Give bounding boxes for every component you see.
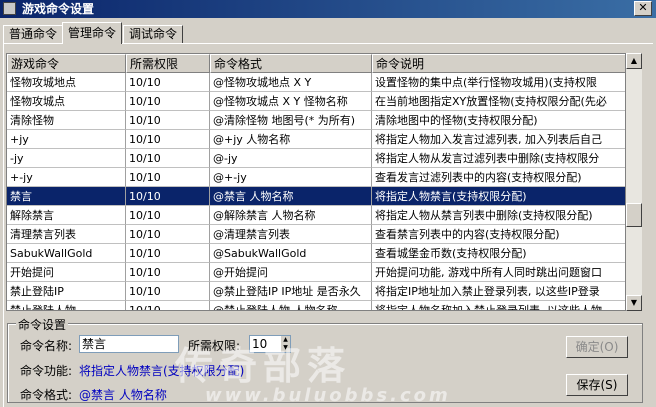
cell-description: 将指定人物禁言(支持权限分配)	[372, 187, 625, 206]
permission-label: 所需权限:	[188, 339, 241, 353]
col-header-format[interactable]: 命令格式	[210, 54, 372, 73]
cell-permission: 10/10	[126, 149, 210, 168]
table-row[interactable]: -jy 10/10 @-jy 将指定人物从发言过滤列表中删除(支持权限分	[7, 149, 625, 168]
cell-permission: 10/10	[126, 187, 210, 206]
confirm-button[interactable]: 确定(O)	[566, 336, 628, 358]
table-row[interactable]: 禁言 10/10 @禁言 人物名称 将指定人物禁言(支持权限分配)	[7, 187, 625, 206]
title-bar: 游戏命令设置 ✕	[0, 0, 656, 18]
cell-description: 将指定人物从禁言列表中删除(支持权限分配)	[372, 206, 625, 225]
cell-command: 禁言	[7, 187, 126, 206]
cell-format: @清除怪物 地图号(* 为所有)	[210, 111, 372, 130]
cell-description: 在当前地图指定XY放置怪物(支持权限分配(先必	[372, 92, 625, 111]
table-row[interactable]: +-jy 10/10 @+-jy 查看发言过滤列表中的内容(支持权限分配)	[7, 168, 625, 187]
cell-command: +jy	[7, 130, 126, 149]
cell-format: @+jy 人物名称	[210, 130, 372, 149]
command-name-input[interactable]: 禁言	[79, 335, 179, 353]
table-row[interactable]: SabukWallGold 10/10 @SabukWallGold 查看城堡金币数(…	[7, 244, 625, 263]
cell-format: @怪物攻城地点 X Y	[210, 73, 372, 92]
scroll-down-icon[interactable]: ▼	[626, 295, 642, 311]
cell-command: SabukWallGold	[7, 244, 126, 263]
tab-debug-commands[interactable]: 调试命令	[123, 25, 184, 43]
cell-permission: 10/10	[126, 111, 210, 130]
col-header-command[interactable]: 游戏命令	[7, 54, 126, 73]
app-icon	[3, 2, 16, 15]
col-header-permission[interactable]: 所需权限	[126, 54, 210, 73]
table-row[interactable]: 怪物攻城点 10/10 @怪物攻城点 X Y 怪物名称 在当前地图指定XY放置怪物(…	[7, 92, 625, 111]
cell-permission: 10/10	[126, 73, 210, 92]
cell-command: 怪物攻城地点	[7, 73, 126, 92]
cell-description: 设置怪物的集中点(举行怪物攻城用)(支持权限	[372, 73, 625, 92]
table-row[interactable]: +jy 10/10 @+jy 人物名称 将指定人物加入发言过滤列表, 加入列表后自己	[7, 130, 625, 149]
cell-command: 禁止登陆人物	[7, 301, 126, 310]
cell-description: 将指定人物名称加入禁止登录列表, 以这些人物	[372, 301, 625, 310]
cell-command: 怪物攻城点	[7, 92, 126, 111]
grid-header: 游戏命令 所需权限 命令格式 命令说明	[7, 54, 625, 73]
stepper-arrows-icon[interactable]: ▲ ▼	[281, 336, 290, 352]
cell-description: 开始提问功能, 游戏中所有人同时跳出问题窗口	[372, 263, 625, 282]
cell-permission: 10/10	[126, 92, 210, 111]
cell-command: 清理禁言列表	[7, 225, 126, 244]
cell-permission: 10/10	[126, 244, 210, 263]
cell-format: @-jy	[210, 149, 372, 168]
group-title: 命令设置	[16, 316, 69, 333]
cell-command: -jy	[7, 149, 126, 168]
scroll-up-icon[interactable]: ▲	[626, 53, 642, 69]
table-row[interactable]: 解除禁言 10/10 @解除禁言 人物名称 将指定人物从禁言列表中删除(支持权限分配)	[7, 206, 625, 225]
cell-permission: 10/10	[126, 263, 210, 282]
name-label: 命令名称:	[20, 339, 73, 353]
grid-scrollbar[interactable]: ▲ ▼	[626, 53, 642, 311]
cell-description: 查看城堡金币数(支持权限分配)	[372, 244, 625, 263]
cell-permission: 10/10	[126, 225, 210, 244]
format-label: 命令格式:	[20, 388, 73, 402]
cell-permission: 10/10	[126, 206, 210, 225]
tab-admin-commands[interactable]: 管理命令	[62, 22, 123, 44]
cell-permission: 10/10	[126, 168, 210, 187]
cell-permission: 10/10	[126, 282, 210, 301]
cell-description: 查看禁言列表中的内容(支持权限分配)	[372, 225, 625, 244]
function-value: 将指定人物禁言(支持权限分配)	[79, 364, 245, 378]
window-title: 游戏命令设置	[22, 2, 95, 16]
cell-format: @开始提问	[210, 263, 372, 282]
cell-command: 清除怪物	[7, 111, 126, 130]
cell-command: 解除禁言	[7, 206, 126, 225]
cell-description: 将指定人物加入发言过滤列表, 加入列表后自己	[372, 130, 625, 149]
cell-permission: 10/10	[126, 301, 210, 310]
table-row[interactable]: 禁止登陆IP 10/10 @禁止登陆IP IP地址 是否永久 将指定IP地址加入禁止登…	[7, 282, 625, 301]
cell-format: @怪物攻城点 X Y 怪物名称	[210, 92, 372, 111]
close-button[interactable]: ✕	[634, 1, 652, 16]
table-row[interactable]: 禁止登陆人物 10/10 @禁止登陆人物 人物名称 将指定人物名称加入禁止登录列表, …	[7, 301, 625, 310]
table-row[interactable]: 清除怪物 10/10 @清除怪物 地图号(* 为所有) 清除地图中的怪物(支持权限分配…	[7, 111, 625, 130]
cell-description: 查看发言过滤列表中的内容(支持权限分配)	[372, 168, 625, 187]
function-label: 命令功能:	[20, 364, 73, 378]
cell-command: 开始提问	[7, 263, 126, 282]
cell-format: @清理禁言列表	[210, 225, 372, 244]
save-button[interactable]: 保存(S)	[566, 374, 628, 396]
cell-description: 将指定人物从发言过滤列表中删除(支持权限分	[372, 149, 625, 168]
cell-format: @+-jy	[210, 168, 372, 187]
cell-format: @禁止登陆IP IP地址 是否永久	[210, 282, 372, 301]
col-header-description[interactable]: 命令说明	[372, 54, 625, 73]
format-value: @禁言 人物名称	[79, 388, 167, 402]
cell-format: @SabukWallGold	[210, 244, 372, 263]
cell-format: @禁言 人物名称	[210, 187, 372, 206]
scroll-thumb[interactable]	[626, 203, 642, 227]
tab-normal-commands[interactable]: 普通命令	[3, 25, 64, 43]
cell-description: 将指定IP地址加入禁止登录列表, 以这些IP登录	[372, 282, 625, 301]
table-row[interactable]: 怪物攻城地点 10/10 @怪物攻城地点 X Y 设置怪物的集中点(举行怪物攻城用)(…	[7, 73, 625, 92]
cell-format: @禁止登陆人物 人物名称	[210, 301, 372, 310]
table-row[interactable]: 开始提问 10/10 @开始提问 开始提问功能, 游戏中所有人同时跳出问题窗口	[7, 263, 625, 282]
command-grid[interactable]: 游戏命令 所需权限 命令格式 命令说明 怪物攻城地点 10/10 @怪物攻城地点 X…	[6, 53, 626, 311]
table-row[interactable]: 清理禁言列表 10/10 @清理禁言列表 查看禁言列表中的内容(支持权限分配)	[7, 225, 625, 244]
cell-command: +-jy	[7, 168, 126, 187]
cell-command: 禁止登陆IP	[7, 282, 126, 301]
cell-permission: 10/10	[126, 130, 210, 149]
cell-format: @解除禁言 人物名称	[210, 206, 372, 225]
cell-description: 清除地图中的怪物(支持权限分配)	[372, 111, 625, 130]
